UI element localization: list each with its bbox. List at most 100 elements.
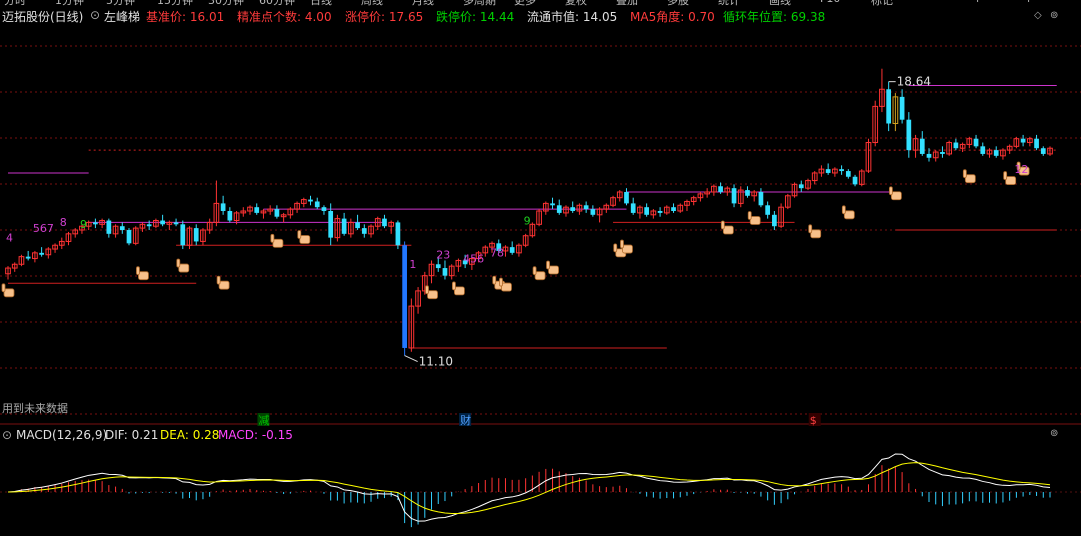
candle [180, 220, 186, 250]
candle [45, 247, 52, 259]
candle-body [886, 89, 892, 124]
finger-signal-icon [176, 258, 190, 273]
candle [1020, 134, 1026, 147]
top-tab-2[interactable]: 5分钟 [106, 0, 135, 7]
finger-signal-icon [1, 283, 15, 298]
top-tab-7[interactable]: 周线 [361, 0, 383, 7]
sequence-label: 4 [6, 231, 13, 244]
top-tab-4[interactable]: 30分钟 [208, 0, 244, 7]
top-tab-3[interactable]: 15分钟 [157, 0, 193, 7]
candle [220, 195, 226, 215]
candle [132, 226, 139, 246]
top-tab-6[interactable]: 日线 [310, 0, 332, 7]
candle-body [93, 222, 98, 225]
candle [260, 209, 267, 219]
candle [5, 266, 11, 280]
candle [663, 205, 670, 215]
candle-body [308, 199, 313, 202]
top-tab-16[interactable]: F10 [820, 0, 840, 5]
candle-body [509, 247, 515, 253]
top-tab-17[interactable]: 标记 [871, 0, 893, 7]
candle-body [845, 171, 851, 177]
candle-body [314, 201, 320, 208]
finger-signal-icon [425, 285, 438, 300]
finger-signal-icon [546, 260, 559, 275]
candle-body [355, 222, 360, 229]
candle [106, 218, 112, 238]
price-chart[interactable]: 18.6411.104567 8 9123 456 78912用到未来数据减财 $ [0, 26, 1081, 426]
top-tab-9[interactable]: 多周期 [463, 0, 496, 7]
candle [11, 262, 18, 272]
top-tab-5[interactable]: 60分钟 [259, 0, 295, 7]
candle [206, 218, 213, 234]
candle-body [321, 207, 327, 211]
macd-chart[interactable] [0, 446, 1081, 536]
top-tab-19[interactable]: + [973, 0, 982, 5]
top-tab-20[interactable]: + [1024, 0, 1033, 5]
macd-title[interactable]: MACD(12,26,9) [16, 428, 107, 442]
candle [516, 243, 522, 257]
top-tab-14[interactable]: 统计 [718, 0, 740, 7]
sequence-label: 8 [60, 216, 67, 229]
finger-signal-icon [452, 281, 465, 296]
macd-value: MACD: -0.15 [218, 428, 293, 442]
candle [247, 205, 253, 215]
candle [321, 205, 327, 215]
candle-body [758, 191, 764, 206]
candle [845, 169, 851, 179]
candle [644, 203, 649, 217]
candle [287, 207, 294, 219]
candle [737, 186, 744, 208]
candle [388, 220, 395, 234]
candle [99, 218, 105, 229]
candle-body [583, 205, 589, 210]
indicator-toggle-icon[interactable]: ⊙ [90, 8, 100, 22]
top-tab-8[interactable]: 月线 [412, 0, 434, 7]
candle-body [745, 190, 750, 196]
candle [940, 146, 945, 158]
indicator-name[interactable]: 左峰梯 [104, 8, 140, 25]
top-tab-1[interactable]: 1分钟 [55, 0, 84, 7]
candle-body [25, 256, 31, 259]
candle [973, 134, 979, 149]
macd-toggle-icon[interactable]: ⊙ [2, 428, 12, 442]
candle [724, 186, 731, 196]
top-tab-0[interactable]: 分时 [4, 0, 26, 7]
top-tab-15[interactable]: 画线 [769, 0, 791, 7]
candle [448, 264, 455, 280]
candle [455, 258, 462, 272]
top-tab-18[interactable]: - [922, 0, 926, 5]
candle [657, 207, 663, 217]
candle-body [402, 245, 407, 348]
candle [1040, 146, 1046, 156]
finger-signal-icon [499, 277, 512, 292]
finger-signal-icon [297, 230, 311, 244]
top-tab-11[interactable]: 复权 [565, 0, 587, 7]
low-price-label: 11.10 [419, 355, 453, 369]
candle [671, 203, 676, 213]
sequence-label: 9 [80, 218, 87, 231]
macd-header: ⊙ MACD(12,26,9) DIF: 0.21 DEA: 0.28 MACD… [0, 428, 1081, 444]
candle [758, 188, 764, 208]
candle-body [274, 209, 280, 217]
candle [361, 224, 367, 238]
settings-icon[interactable]: ⊚ [1050, 10, 1058, 21]
candle [274, 205, 280, 219]
candle [966, 136, 973, 149]
candle [166, 220, 173, 231]
candle [18, 254, 25, 267]
top-tab-13[interactable]: 多股 [667, 0, 689, 7]
header-field-6: 循环年位置: 69.38 [723, 10, 826, 24]
candle [1047, 146, 1053, 156]
top-tab-12[interactable]: 叠加 [616, 0, 638, 7]
candle-body [624, 191, 629, 204]
collapse-icon[interactable]: ◇ [1034, 10, 1042, 21]
candle-body [973, 138, 979, 147]
candle [765, 201, 771, 219]
stock-title[interactable]: 迈拓股份(日线) [2, 8, 83, 25]
candle-body [382, 218, 387, 227]
candle-body [906, 119, 912, 151]
candle [173, 218, 179, 227]
top-tab-10[interactable]: 更多 [514, 0, 536, 7]
candle-body [630, 203, 636, 213]
